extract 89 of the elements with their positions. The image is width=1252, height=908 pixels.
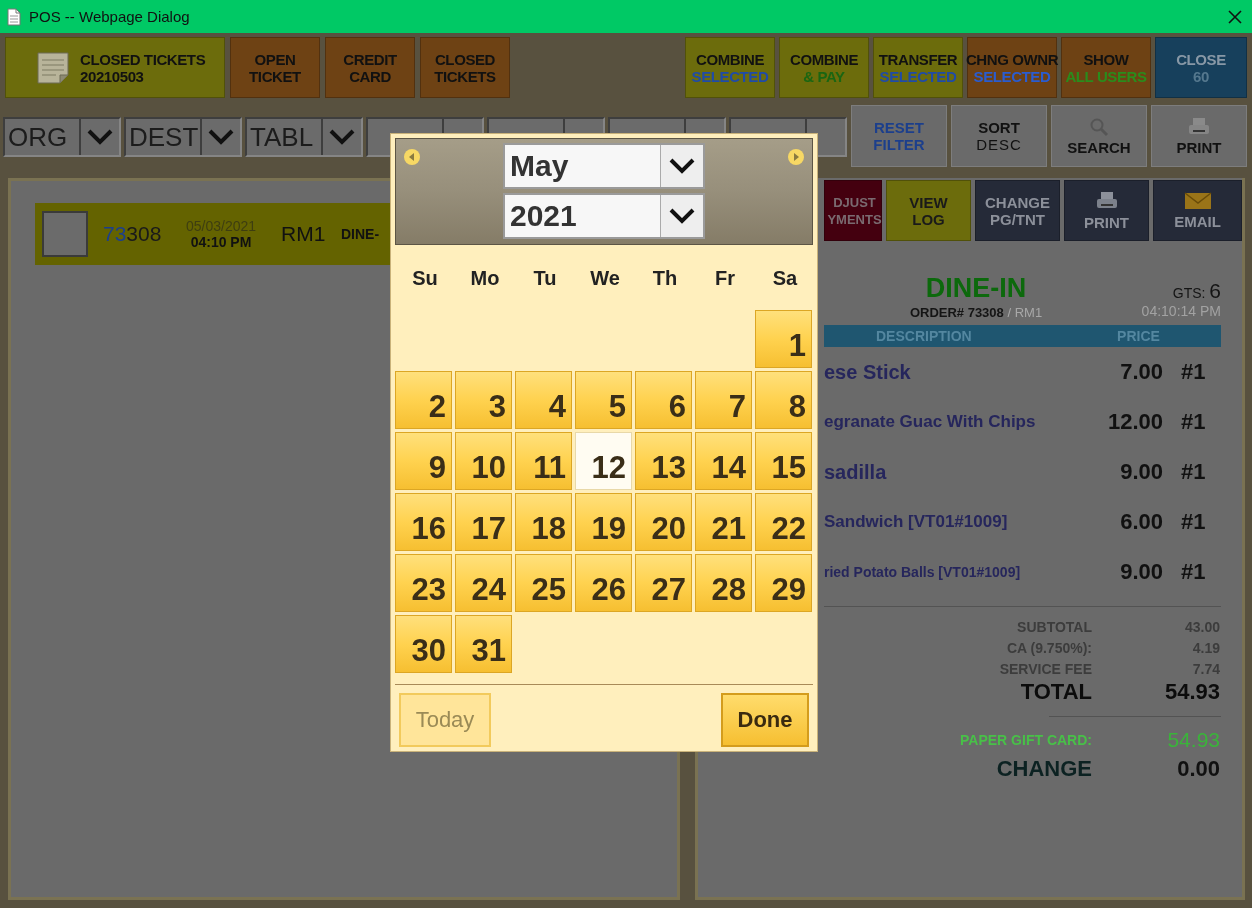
calendar-day[interactable]: 2 <box>395 371 452 429</box>
calendar-day[interactable]: 14 <box>695 432 752 490</box>
close-icon <box>1228 9 1242 24</box>
total-value: 54.93 <box>1163 679 1220 705</box>
calendar-day[interactable]: 6 <box>635 371 692 429</box>
calendar-day[interactable]: 21 <box>695 493 752 551</box>
calendar-day[interactable]: 29 <box>755 554 812 612</box>
ticket-type: DINE- <box>341 226 380 242</box>
weekday-label: Mo <box>469 267 501 290</box>
total-label: TOTAL <box>1019 679 1092 705</box>
ticket-room: RM1 <box>281 222 327 246</box>
chevron-down-icon <box>669 208 695 224</box>
ticket-number: 73308 <box>103 222 163 246</box>
item-price: 9.00 <box>1119 559 1163 585</box>
calendar-day[interactable]: 18 <box>515 493 572 551</box>
calendar-day[interactable]: 5 <box>575 371 632 429</box>
weekday-label: Sa <box>771 267 799 290</box>
month-dropdown[interactable]: May <box>503 143 705 189</box>
order-type: DINE-IN <box>925 273 1027 303</box>
close-button[interactable]: CLOSE 60 <box>1155 37 1247 98</box>
checkbox[interactable] <box>42 211 88 257</box>
calendar-day[interactable]: 31 <box>455 615 512 673</box>
item-seat: #1 <box>1163 459 1221 485</box>
weekday-label: Fr <box>714 267 736 290</box>
calendar-day[interactable]: 28 <box>695 554 752 612</box>
item-seat: #1 <box>1163 359 1221 385</box>
window-title: POS -- Webpage Dialog <box>29 8 191 25</box>
weekday-label: Su <box>411 267 439 290</box>
calendar-day[interactable]: 19 <box>575 493 632 551</box>
calendar-day[interactable]: 26 <box>575 554 632 612</box>
print-button[interactable]: PRINT <box>1064 180 1150 241</box>
order-number: ORDER# 73308 / RM1 <box>909 305 1043 320</box>
order-time: 04:10:14 PM <box>1141 303 1221 319</box>
calendar-day[interactable]: 25 <box>515 554 572 612</box>
total-value: 54.93 <box>1166 727 1220 752</box>
calendar-day[interactable]: 27 <box>635 554 692 612</box>
item-description: ried Potato Balls [VT01#1009] <box>824 564 1022 580</box>
weekday-label: Th <box>651 267 679 290</box>
email-button[interactable]: EMAIL <box>1153 180 1242 241</box>
notepad-icon <box>36 50 70 85</box>
calendar-day[interactable]: 24 <box>455 554 512 612</box>
chevron-down-icon <box>208 129 234 145</box>
envelope-icon <box>1183 191 1212 210</box>
calendar-day[interactable]: 12 <box>575 432 632 490</box>
item-price: 12.00 <box>1106 409 1163 435</box>
next-month-icon[interactable] <box>787 148 805 166</box>
total-label: CHANGE <box>995 755 1092 782</box>
calendar-day[interactable]: 7 <box>695 371 752 429</box>
calendar-day[interactable]: 8 <box>755 371 812 429</box>
calendar-day[interactable]: 22 <box>755 493 812 551</box>
receipt-action-button[interactable]: CHANGE PG/TNT <box>975 180 1061 241</box>
calendar-day[interactable]: 30 <box>395 615 452 673</box>
ticket-time: 04:10 PM <box>190 234 252 250</box>
calendar-day[interactable]: 1 <box>755 310 812 368</box>
document-icon <box>7 7 21 26</box>
chevron-down-icon <box>87 129 113 145</box>
item-description: ese Stick <box>824 360 912 384</box>
calendar-day[interactable]: 11 <box>515 432 572 490</box>
chevron-down-icon <box>329 129 355 145</box>
calendar-day[interactable]: 16 <box>395 493 452 551</box>
item-description: sadilla <box>824 460 888 484</box>
weekday-label: Tu <box>532 267 558 290</box>
year-dropdown[interactable]: 2021 <box>503 193 705 239</box>
printer-icon <box>1188 116 1210 137</box>
item-price: 6.00 <box>1119 509 1163 535</box>
guest-count: GTS: 6 <box>1172 279 1221 303</box>
calendar-day[interactable]: 10 <box>455 432 512 490</box>
chevron-down-icon <box>669 158 695 174</box>
calendar-day[interactable]: 17 <box>455 493 512 551</box>
calendar-day[interactable]: 4 <box>515 371 572 429</box>
printer-icon <box>1095 190 1118 211</box>
item-description: Sandwich [VT01#1009] <box>824 512 1009 532</box>
weekday-label: We <box>589 267 621 290</box>
calendar-day[interactable]: 13 <box>635 432 692 490</box>
previous-month-icon[interactable] <box>403 148 421 166</box>
calendar-day[interactable]: 20 <box>635 493 692 551</box>
calendar-day[interactable]: 15 <box>755 432 812 490</box>
calendar-day[interactable]: 23 <box>395 554 452 612</box>
total-label: PAPER GIFT CARD: <box>959 731 1092 748</box>
item-price: 9.00 <box>1119 459 1163 485</box>
calendar-day[interactable]: 9 <box>395 432 452 490</box>
item-price: 7.00 <box>1119 359 1163 385</box>
done-button[interactable]: Done <box>721 693 809 747</box>
item-seat: #1 <box>1163 509 1221 535</box>
calendar-day[interactable]: 3 <box>455 371 512 429</box>
item-seat: #1 <box>1163 559 1221 585</box>
item-description: egranate Guac With Chips <box>824 412 1037 432</box>
item-seat: #1 <box>1163 409 1221 435</box>
total-value: 0.00 <box>1176 755 1220 782</box>
